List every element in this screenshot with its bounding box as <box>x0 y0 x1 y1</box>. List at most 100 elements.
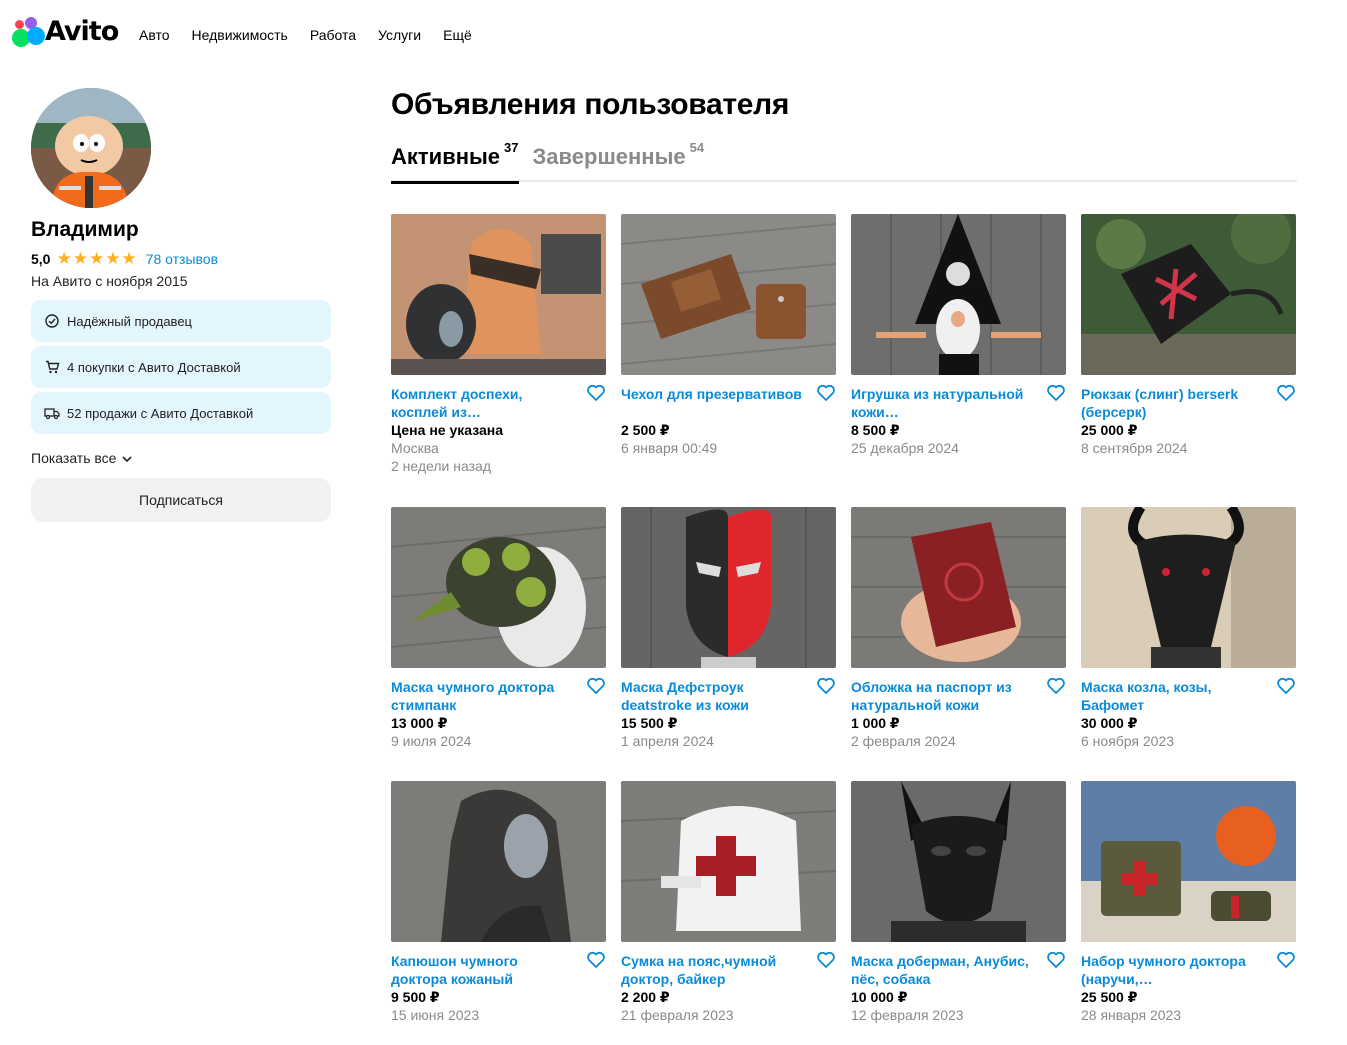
tab-completed[interactable]: Завершенные 54 <box>532 140 705 182</box>
listing-title[interactable]: Маска доберман, Анубис, пёс, собака <box>851 952 1036 988</box>
listing-date: 6 января 00:49 <box>621 440 718 456</box>
user-name: Владимир <box>31 218 139 241</box>
listing-title[interactable]: Рюкзак (слинг) berserk (берсерк) <box>1081 385 1266 421</box>
badge-label: 52 продажи с Авито Доставкой <box>67 405 254 421</box>
listing-date: 25 декабря 2024 <box>851 440 959 456</box>
cart-icon <box>44 359 60 375</box>
heart-icon[interactable] <box>1276 950 1296 970</box>
show-all-button[interactable]: Показать все <box>31 449 331 467</box>
listing-card[interactable]: Чехол для презервативов 2 500 ₽ 6 января… <box>621 214 836 457</box>
listing-photo[interactable] <box>391 507 606 668</box>
listing-price: 30 000 ₽ <box>1081 715 1138 731</box>
listing-date: 6 ноября 2023 <box>1081 733 1175 749</box>
listing-title[interactable]: Набор чумного доктора (наручи,… <box>1081 952 1266 988</box>
listing-card[interactable]: Маска козла, козы, Бафомет 30 000 ₽ 6 но… <box>1081 507 1296 750</box>
listing-tabs: Активные 37 Завершенные 54 <box>391 140 1297 184</box>
listing-title[interactable]: Чехол для презервативов <box>621 385 806 421</box>
show-all-label: Показать все <box>31 450 117 466</box>
listing-card[interactable]: Маска чумного доктора стимпанк 13 000 ₽ … <box>391 507 606 750</box>
listing-card[interactable]: Маска доберман, Анубис, пёс, собака 10 0… <box>851 781 1066 1024</box>
listing-card[interactable]: Рюкзак (слинг) berserk (берсерк) 25 000 … <box>1081 214 1296 457</box>
badge-purchases[interactable]: 4 покупки с Авито Доставкой <box>31 346 331 388</box>
profile-sidebar: Владимир 5,0 ★★★★★ 78 отзывов На Авито с… <box>31 88 331 522</box>
tab-label: Завершенные <box>532 144 686 169</box>
member-since: На Авито с ноября 2015 <box>31 273 188 289</box>
listing-title[interactable]: Игрушка из натуральной кожи… <box>851 385 1036 421</box>
listings-section: Объявления пользователя Активные 37 Заве… <box>391 88 1297 1023</box>
listing-card[interactable]: Обложка на паспорт из натуральной кожи 1… <box>851 507 1066 750</box>
tab-count: 37 <box>504 140 519 155</box>
nav-item-realty[interactable]: Недвижимость <box>192 27 288 43</box>
heart-icon[interactable] <box>1046 950 1066 970</box>
listing-price: 2 200 ₽ <box>621 989 670 1005</box>
listing-title[interactable]: Комплект доспехи, косплей из… <box>391 385 576 421</box>
listing-price: 2 500 ₽ <box>621 422 670 438</box>
listing-card[interactable]: Набор чумного доктора (наручи,… 25 500 ₽… <box>1081 781 1296 1024</box>
listing-location: Москва <box>391 440 439 456</box>
listing-card[interactable]: Сумка на пояс,чумной доктор, байкер 2 20… <box>621 781 836 1024</box>
listing-photo[interactable] <box>621 214 836 375</box>
listing-photo[interactable] <box>851 507 1066 668</box>
listing-photo[interactable] <box>1081 214 1296 375</box>
badge-reliable-seller[interactable]: Надёжный продавец <box>31 300 331 342</box>
listing-price: 25 000 ₽ <box>1081 422 1138 438</box>
listing-card[interactable]: Маска Дефстроук deatstroke из кожи 15 50… <box>621 507 836 750</box>
listing-photo[interactable] <box>851 214 1066 375</box>
tab-label: Активные <box>391 144 501 169</box>
listing-date: 28 января 2023 <box>1081 1007 1182 1023</box>
listing-card[interactable]: Капюшон чумного доктора кожаный 9 500 ₽ … <box>391 781 606 1024</box>
reviews-link[interactable]: 78 отзывов <box>146 251 218 267</box>
heart-icon[interactable] <box>816 383 836 403</box>
badges-list: Надёжный продавец 4 покупки с Авито Дост… <box>31 300 331 434</box>
heart-icon[interactable] <box>1046 383 1066 403</box>
listing-photo[interactable] <box>1081 781 1296 942</box>
nav-item-jobs[interactable]: Работа <box>310 27 356 43</box>
listing-date: 21 февраля 2023 <box>621 1007 734 1023</box>
listing-card[interactable]: Игрушка из натуральной кожи… 8 500 ₽ 25 … <box>851 214 1066 457</box>
listing-card[interactable]: Комплект доспехи, косплей из… Цена не ук… <box>391 214 606 475</box>
listing-title[interactable]: Капюшон чумного доктора кожаный <box>391 952 576 988</box>
heart-icon[interactable] <box>1276 383 1296 403</box>
nav-item-services[interactable]: Услуги <box>378 27 421 43</box>
listing-title[interactable]: Маска козла, козы, Бафомет <box>1081 678 1266 714</box>
listing-photo[interactable] <box>851 781 1066 942</box>
heart-icon[interactable] <box>586 676 606 696</box>
listing-date: 2 недели назад <box>391 458 491 474</box>
tab-count: 54 <box>689 140 705 155</box>
chevron-down-icon <box>122 450 133 466</box>
heart-icon[interactable] <box>1276 676 1296 696</box>
listing-photo[interactable] <box>391 781 606 942</box>
badge-sales[interactable]: 52 продажи с Авито Доставкой <box>31 392 331 434</box>
listing-photo[interactable] <box>1081 507 1296 668</box>
heart-icon[interactable] <box>586 383 606 403</box>
rating-row: 5,0 ★★★★★ 78 отзывов <box>31 250 331 268</box>
badge-label: 4 покупки с Авито Доставкой <box>67 359 241 375</box>
listing-photo[interactable] <box>391 214 606 375</box>
listing-date: 12 февраля 2023 <box>851 1007 964 1023</box>
avatar[interactable] <box>31 88 151 208</box>
heart-icon[interactable] <box>586 950 606 970</box>
subscribe-button[interactable]: Подписаться <box>31 478 331 522</box>
main-nav: Авто Недвижимость Работа Услуги Ещё <box>139 27 472 43</box>
heart-icon[interactable] <box>816 676 836 696</box>
listing-date: 9 июля 2024 <box>391 733 472 749</box>
heart-icon[interactable] <box>816 950 836 970</box>
listing-price: 25 500 ₽ <box>1081 989 1138 1005</box>
listing-title[interactable]: Маска Дефстроук deatstroke из кожи <box>621 678 806 714</box>
nav-item-auto[interactable]: Авто <box>139 27 170 43</box>
avito-logo[interactable]: Avito <box>12 16 119 47</box>
page-title: Объявления пользователя <box>391 88 790 121</box>
listing-title[interactable]: Сумка на пояс,чумной доктор, байкер <box>621 952 806 988</box>
listing-title[interactable]: Обложка на паспорт из натуральной кожи <box>851 678 1036 714</box>
listing-title[interactable]: Маска чумного доктора стимпанк <box>391 678 576 714</box>
tab-active[interactable]: Активные 37 <box>391 140 519 184</box>
truck-icon <box>44 405 60 421</box>
listing-price: 1 000 ₽ <box>851 715 900 731</box>
listing-price: Цена не указана <box>391 422 503 438</box>
listing-date: 15 июня 2023 <box>391 1007 480 1023</box>
listing-photo[interactable] <box>621 781 836 942</box>
listing-photo[interactable] <box>621 507 836 668</box>
nav-item-more[interactable]: Ещё <box>443 27 472 43</box>
listing-price: 8 500 ₽ <box>851 422 900 438</box>
heart-icon[interactable] <box>1046 676 1066 696</box>
